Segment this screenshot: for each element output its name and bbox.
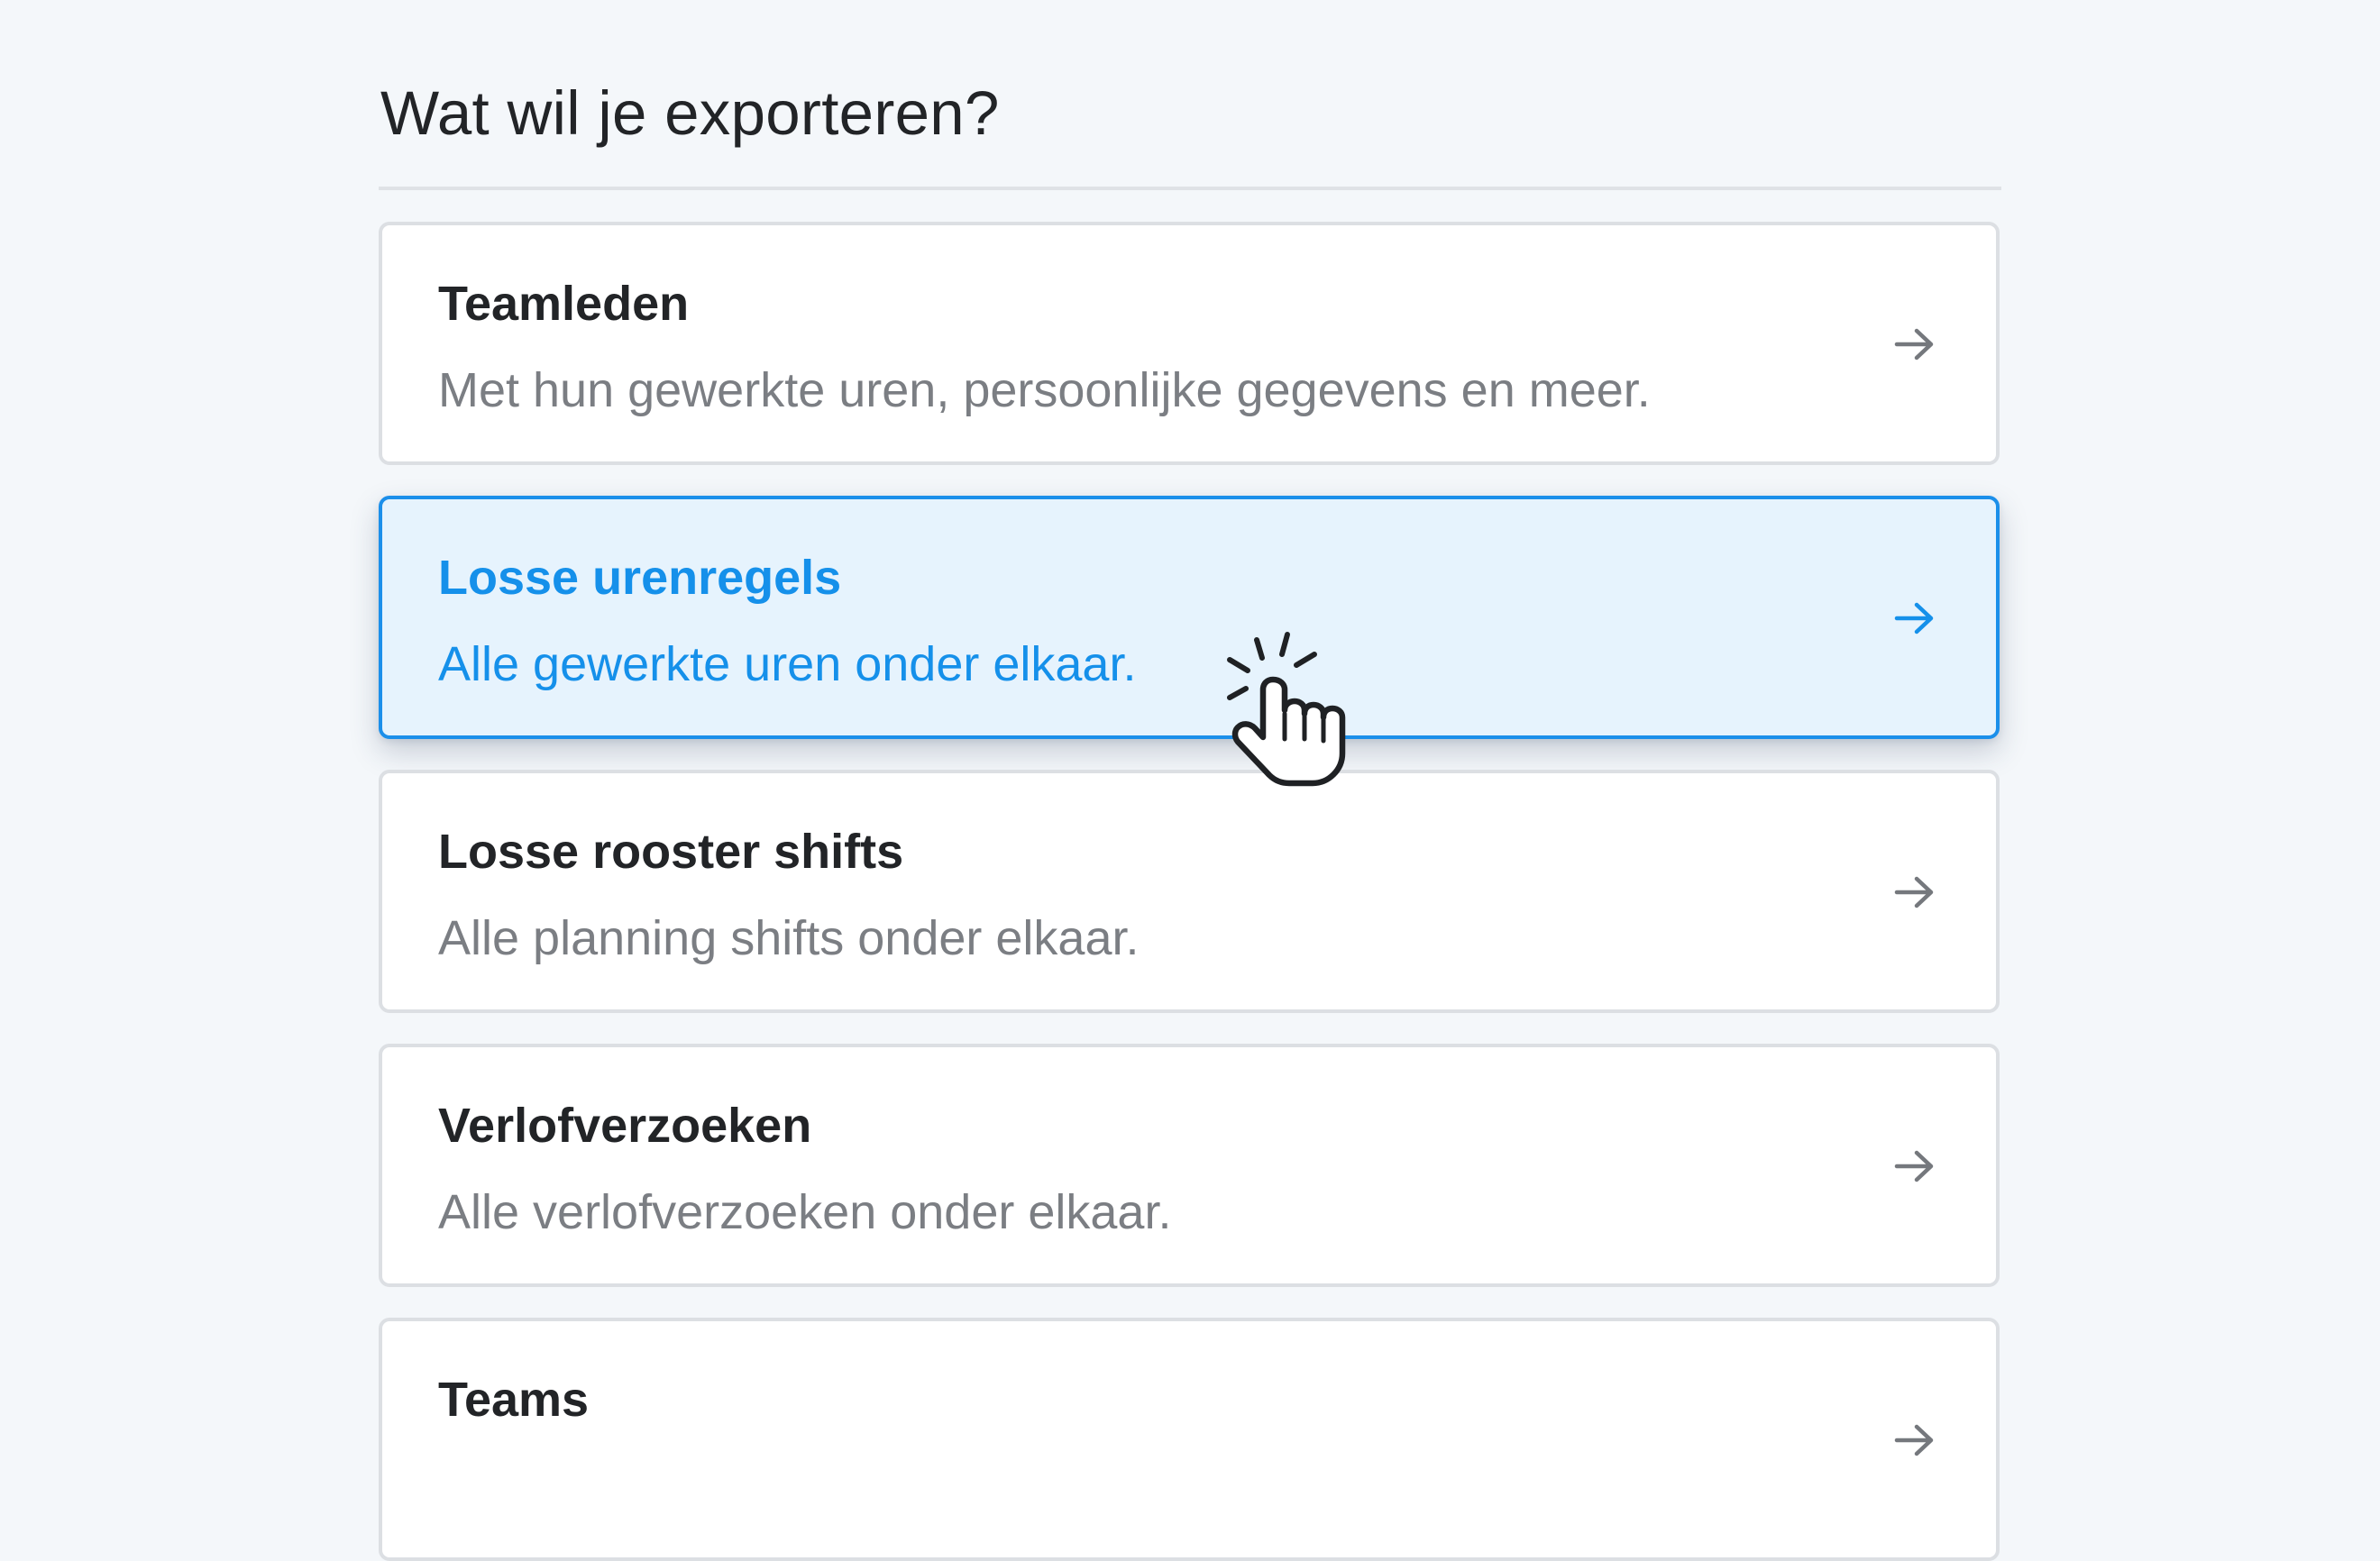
export-option-verlofverzoeken[interactable]: Verlofverzoeken Alle verlofverzoeken ond… — [379, 1044, 2000, 1287]
hand-pointer-click-icon — [1227, 632, 1346, 787]
option-description: Alle planning shifts onder elkaar. — [438, 911, 1140, 965]
title-divider — [379, 187, 2001, 190]
option-title: Teamleden — [438, 277, 690, 331]
option-description: Met hun gewerkte uren, persoonlijke gege… — [438, 363, 1651, 417]
page-title: Wat wil je exporteren? — [380, 78, 1000, 148]
export-option-losse-rooster-shifts[interactable]: Losse rooster shifts Alle planning shift… — [379, 770, 2000, 1013]
arrow-right-icon — [1894, 602, 1934, 634]
option-title: Losse rooster shifts — [438, 825, 904, 879]
export-option-teamleden[interactable]: Teamleden Met hun gewerkte uren, persoon… — [379, 222, 2000, 465]
option-title: Verlofverzoeken — [438, 1099, 812, 1153]
arrow-right-icon — [1894, 1150, 1934, 1182]
export-panel: Wat wil je exporteren? Teamleden Met hun… — [379, 0, 2001, 1561]
option-title: Losse urenregels — [438, 551, 842, 605]
option-description: Alle verlofverzoeken onder elkaar. — [438, 1185, 1172, 1239]
export-option-teams[interactable]: Teams — [379, 1318, 2000, 1561]
option-title: Teams — [438, 1373, 590, 1427]
arrow-right-icon — [1894, 1424, 1934, 1456]
arrow-right-icon — [1894, 876, 1934, 908]
option-description: Alle gewerkte uren onder elkaar. — [438, 637, 1137, 691]
export-option-losse-urenregels[interactable]: Losse urenregels Alle gewerkte uren onde… — [379, 496, 2000, 739]
arrow-right-icon — [1894, 328, 1934, 361]
